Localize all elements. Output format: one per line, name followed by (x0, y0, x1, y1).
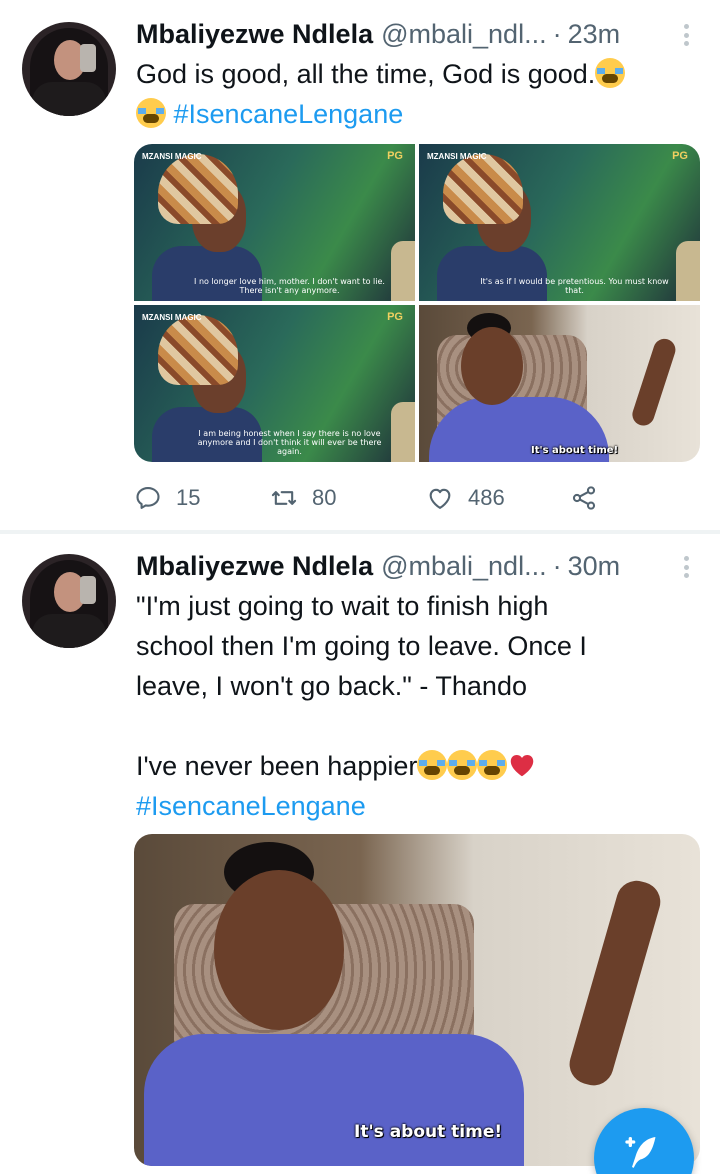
author-handle[interactable]: @mbali_ndl... (381, 551, 546, 582)
reply-count: 15 (176, 485, 201, 510)
tweet-header: Mbaliyezwe Ndlela @mbali_ndl... · 30m (136, 548, 620, 584)
gif-caption: It's about time! (354, 1122, 503, 1142)
like-button[interactable]: 486 (426, 478, 505, 518)
share-icon (572, 486, 596, 510)
hashtag-link[interactable]: #IsencaneLengane (136, 791, 366, 821)
tweet-text: "I'm just going to wait to finish high s… (136, 586, 706, 826)
timestamp[interactable]: 30m (568, 551, 621, 582)
subtitle: It's as if I would be pretentious. You m… (480, 277, 669, 295)
tweet-text-line: school then I'm going to leave. Once I (136, 631, 587, 661)
loudly-crying-emoji-icon (136, 98, 166, 128)
subtitle: I no longer love him, mother. I don't wa… (194, 277, 385, 295)
rating-badge: PG (672, 150, 688, 162)
subtitle: I am being honest when I say there is no… (197, 429, 382, 456)
tweet-text-line: I've never been happier (136, 751, 418, 781)
tweet-text: God is good, all the time, God is good. … (136, 54, 706, 134)
retweet-button[interactable]: 80 (270, 478, 336, 518)
like-count: 486 (468, 485, 505, 510)
author-handle[interactable]: @mbali_ndl... (381, 19, 546, 50)
channel-logo: MZANSI MAGIC (142, 152, 202, 161)
tweet-text-line: God is good, all the time, God is good. (136, 59, 596, 89)
tweet[interactable]: Mbaliyezwe Ndlela @mbali_ndl... · 30m "I… (0, 534, 720, 1174)
media-grid: MZANSI MAGIC PG I no longer love him, mo… (134, 144, 700, 462)
loudly-crying-emoji-icon (477, 750, 508, 780)
separator: · (552, 550, 562, 581)
author-name[interactable]: Mbaliyezwe Ndlela (136, 19, 373, 50)
channel-logo: MZANSI MAGIC (427, 152, 487, 161)
retweet-icon (271, 491, 297, 505)
channel-logo: MZANSI MAGIC (142, 313, 202, 322)
more-options-icon[interactable] (684, 556, 690, 578)
reply-button[interactable]: 15 (134, 478, 200, 518)
timestamp[interactable]: 23m (568, 19, 621, 50)
tweet-text-line: leave, I won't go back." - Thando (136, 671, 527, 701)
compose-icon (625, 1137, 656, 1168)
tweet-text-line: "I'm just going to wait to finish high (136, 591, 549, 621)
media-image[interactable]: MZANSI MAGIC PG I am being honest when I… (134, 305, 415, 462)
loudly-crying-emoji-icon (447, 750, 478, 780)
loudly-crying-emoji-icon (595, 58, 626, 88)
separator: · (552, 18, 562, 49)
media-image[interactable]: MZANSI MAGIC PG I no longer love him, mo… (134, 144, 415, 301)
tweet[interactable]: Mbaliyezwe Ndlela @mbali_ndl... · 23m Go… (0, 0, 720, 532)
author-name[interactable]: Mbaliyezwe Ndlela (136, 551, 373, 582)
tweet-actions: 15 80 486 (134, 478, 614, 518)
avatar[interactable] (22, 554, 116, 648)
more-options-icon[interactable] (684, 24, 690, 46)
retweet-count: 80 (312, 485, 337, 510)
rating-badge: PG (387, 311, 403, 323)
loudly-crying-emoji-icon (417, 750, 448, 780)
tweet-header: Mbaliyezwe Ndlela @mbali_ndl... · 23m (136, 16, 620, 52)
media-gif[interactable]: It's about time! (419, 305, 700, 462)
red-heart-emoji-icon (511, 755, 534, 777)
gif-caption: It's about time! (531, 445, 619, 456)
share-button[interactable] (570, 478, 612, 518)
hashtag-link[interactable]: #IsencaneLengane (174, 99, 404, 129)
heart-icon (429, 488, 451, 509)
reply-icon (136, 487, 160, 509)
avatar[interactable] (22, 22, 116, 116)
rating-badge: PG (387, 150, 403, 162)
media-image[interactable]: MZANSI MAGIC PG It's as if I would be pr… (419, 144, 700, 301)
